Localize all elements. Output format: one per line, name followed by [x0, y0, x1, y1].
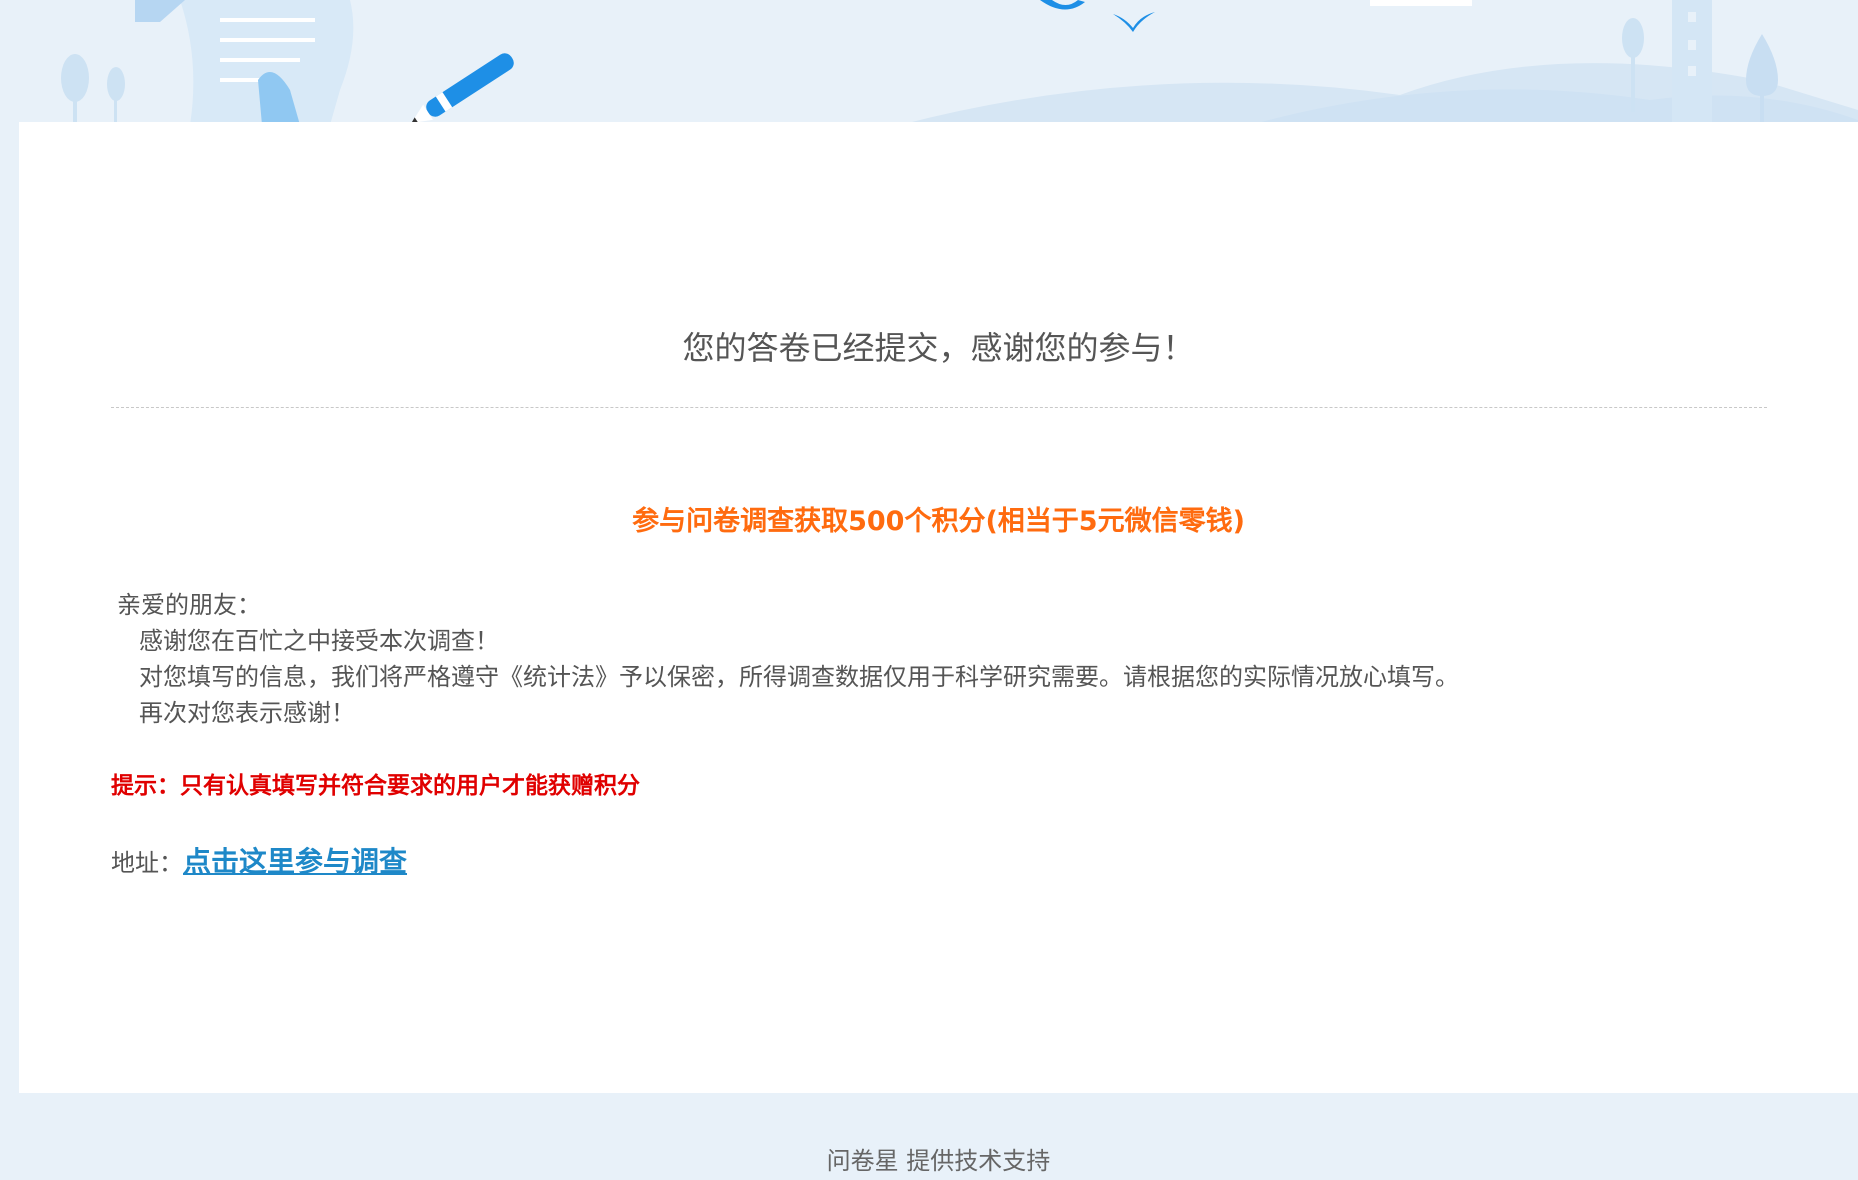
letter-line-1: 感谢您在百忙之中接受本次调查！ — [139, 627, 499, 655]
page-title: 您的答卷已经提交，感谢您的参与！ — [682, 329, 1195, 367]
bottom-strip — [0, 1093, 1858, 1116]
result-card: 您的答卷已经提交，感谢您的参与！ 参与问卷调查获取500个积分(相当于5元微信零… — [19, 122, 1858, 1175]
address-label: 地址： — [111, 849, 183, 877]
survey-banner-illustration — [61, 0, 1858, 125]
hint-text: 提示：只有认真填写并符合要求的用户才能获赠积分 — [111, 773, 640, 799]
promo-heading: 参与问卷调查获取500个积分(相当于5元微信零钱) — [632, 506, 1245, 537]
address-row: 地址：点击这里参与调查 — [111, 844, 407, 881]
survey-link[interactable]: 点击这里参与调查 — [183, 845, 407, 878]
letter-greeting: 亲爱的朋友： — [117, 591, 261, 619]
letter-line-2: 对您填写的信息，我们将严格遵守《统计法》予以保密，所得调查数据仅用于科学研究需要… — [139, 663, 1459, 691]
title-divider — [111, 407, 1767, 408]
header-banner — [0, 0, 1858, 125]
footer-text: 问卷星 提供技术支持 — [826, 1147, 1051, 1175]
letter-line-3: 再次对您表示感谢！ — [139, 699, 355, 727]
letter-body: 亲爱的朋友： 感谢您在百忙之中接受本次调查！ 对您填写的信息，我们将严格遵守《统… — [117, 587, 1717, 731]
